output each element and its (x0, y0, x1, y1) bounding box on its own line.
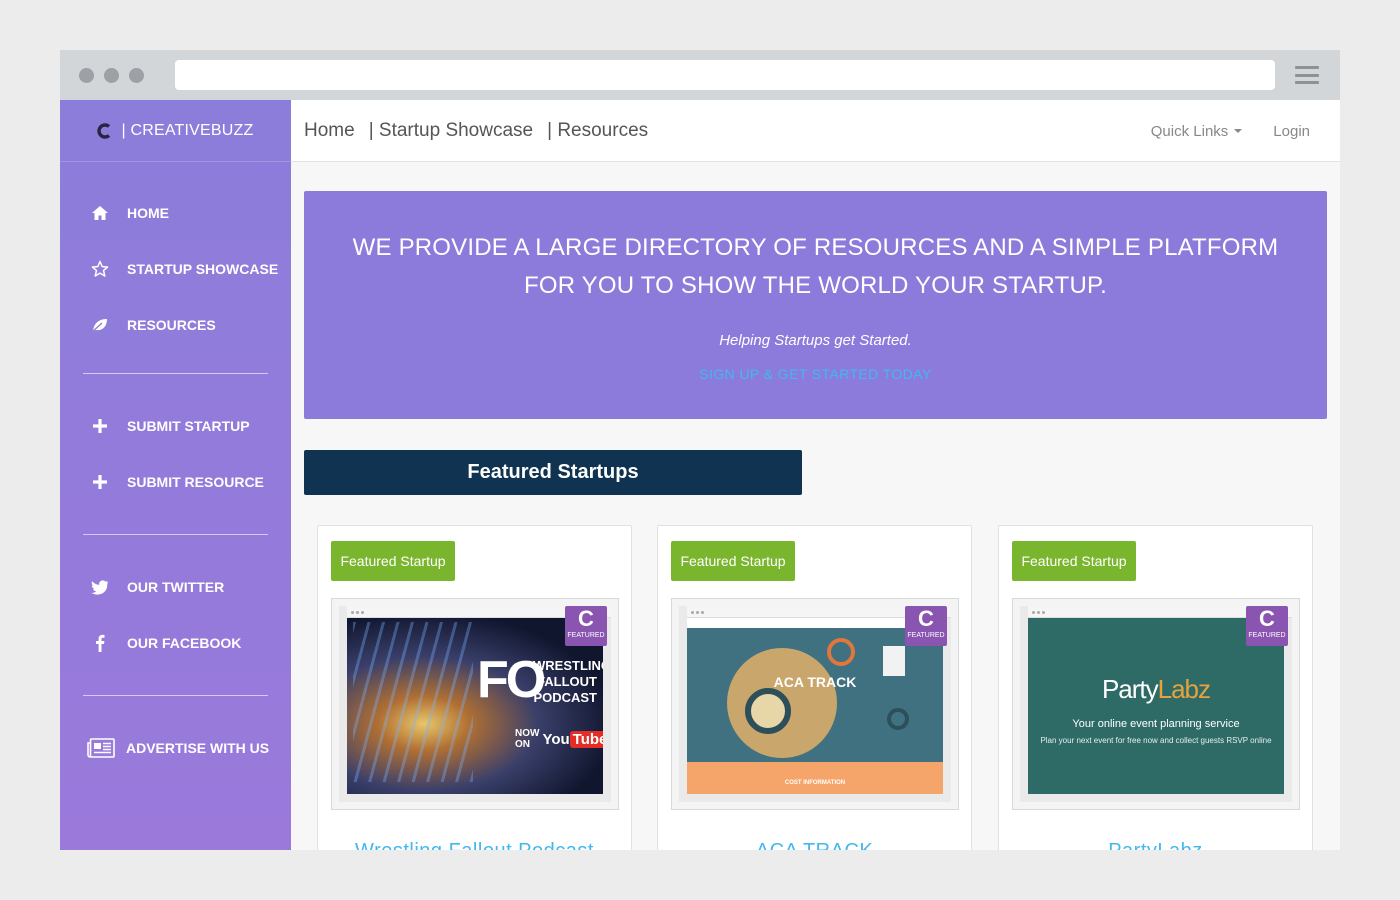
startup-card[interactable]: Featured Startup PartyLabz Your online e… (998, 525, 1313, 850)
sidebar-item-resources[interactable]: RESOURCES (60, 297, 291, 353)
quick-links-label: Quick Links (1150, 122, 1229, 140)
address-bar[interactable] (175, 60, 1275, 90)
caret-down-icon (1234, 129, 1243, 133)
startup-title-link[interactable]: Wrestling Fallout Podcast (318, 840, 631, 850)
ribbon-logo: C (1259, 606, 1275, 631)
leaf-icon (90, 315, 110, 335)
featured-ribbon: C FEATURED (1246, 606, 1288, 646)
featured-startups-heading: Featured Startups (304, 450, 802, 495)
ribbon-logo: C (918, 606, 934, 631)
ribbon-text: FEATURED (1248, 632, 1286, 639)
featured-startup-badge[interactable]: Featured Startup (1012, 541, 1136, 581)
window-dot[interactable] (104, 68, 119, 83)
star-icon (90, 259, 110, 279)
ribbon-text: FEATURED (567, 632, 605, 639)
sidebar-item-twitter[interactable]: OUR TWITTER (60, 559, 291, 615)
signup-cta-link[interactable]: SIGN UP & GET STARTED TODAY (304, 366, 1327, 382)
shot-youtube-tube: Tube (569, 730, 603, 748)
shot-youtube-you: You (542, 730, 570, 748)
featured-heading-text: Featured Startups (467, 461, 639, 483)
sidebar-item-label: SUBMIT STARTUP (127, 418, 250, 434)
shot-footer: COST INFORMATION (784, 780, 846, 786)
shot-line: PODCAST (533, 690, 597, 705)
logo-icon (97, 122, 111, 139)
ribbon-logo: C (578, 606, 594, 631)
nav-link-startup-showcase[interactable]: | Startup Showcase (369, 120, 533, 142)
hero-banner: WE PROVIDE A LARGE DIRECTORY OF RESOURCE… (304, 191, 1327, 419)
sidebar-item-label: ADVERTISE WITH US (126, 740, 270, 756)
featured-startup-badge[interactable]: Featured Startup (671, 541, 795, 581)
hero-subtitle: Helping Startups get Started. (719, 332, 912, 349)
sidebar-item-label: OUR FACEBOOK (127, 635, 242, 651)
shot-line: FALLOUT (537, 674, 597, 689)
featured-ribbon: C FEATURED (905, 606, 947, 646)
startup-thumbnail[interactable]: FO WRESTLING FALLOUT PODCAST NOW ON You … (331, 598, 619, 810)
home-icon (90, 203, 110, 223)
shot-line: WRESTLING (533, 658, 603, 673)
startup-title-link[interactable]: PartyLabz (999, 840, 1312, 850)
sidebar-item-label: HOME (127, 205, 169, 221)
featured-ribbon: C FEATURED (565, 606, 607, 646)
plus-icon (90, 416, 110, 436)
sidebar-item-submit-startup[interactable]: SUBMIT STARTUP (60, 398, 291, 454)
ribbon-text: FEATURED (907, 632, 945, 639)
shot-small-text: Plan your next event for free now and co… (1040, 736, 1272, 745)
nav-link-home[interactable]: Home (304, 120, 355, 142)
featured-startup-badge[interactable]: Featured Startup (331, 541, 455, 581)
startup-thumbnail[interactable]: PartyLabz Your online event planning ser… (1012, 598, 1300, 810)
sidebar-item-startup-showcase[interactable]: STARTUP SHOWCASE (60, 241, 291, 297)
shot-tagline: Your online event planning service (1072, 718, 1240, 730)
newspaper-icon (87, 738, 115, 758)
shot-heading: ACA TRACK (773, 674, 857, 690)
shot-now-on: NOW ON (515, 728, 540, 750)
nav-primary: HOME STARTUP SHOWCASE RESOURCES (60, 185, 291, 353)
sidebar-item-facebook[interactable]: OUR FACEBOOK (60, 615, 291, 671)
twitter-icon (90, 577, 110, 597)
startup-card[interactable]: Featured Startup FO WRESTLING FALLOUT PO… (317, 525, 632, 850)
sidebar-item-advertise[interactable]: ADVERTISE WITH US (60, 720, 291, 776)
nav-social: OUR TWITTER OUR FACEBOOK (60, 559, 291, 671)
login-link[interactable]: Login (1273, 123, 1310, 140)
nav-link-resources[interactable]: | Resources (547, 120, 648, 142)
browser-chrome (60, 50, 1340, 100)
top-navbar: Home | Startup Showcase | Resources Quic… (291, 100, 1340, 162)
menu-icon[interactable] (1295, 66, 1319, 84)
sidebar: | CREATIVEBUZZ HOME STARTUP SHOWCASE RES… (60, 100, 291, 850)
startup-card[interactable]: Featured Startup ACA TRACK COST INFORMAT… (657, 525, 972, 850)
facebook-icon (90, 633, 110, 653)
startup-thumbnail[interactable]: ACA TRACK COST INFORMATION C FEATURED (671, 598, 959, 810)
nav-submit: SUBMIT STARTUP SUBMIT RESOURCE (60, 398, 291, 510)
sidebar-item-submit-resource[interactable]: SUBMIT RESOURCE (60, 454, 291, 510)
top-nav-right: Quick Links Login (1151, 100, 1310, 162)
sidebar-item-home[interactable]: HOME (60, 185, 291, 241)
partylabz-logo: PartyLabz (1101, 674, 1211, 704)
hero-title: WE PROVIDE A LARGE DIRECTORY OF RESOURCE… (352, 234, 1279, 299)
brand[interactable]: | CREATIVEBUZZ (60, 100, 291, 162)
plus-icon (90, 472, 110, 492)
quick-links-dropdown[interactable]: Quick Links (1151, 123, 1243, 140)
sidebar-item-label: SUBMIT RESOURCE (127, 474, 264, 490)
sidebar-item-label: STARTUP SHOWCASE (127, 261, 279, 277)
top-nav-links: Home | Startup Showcase | Resources (304, 120, 662, 142)
sidebar-item-label: RESOURCES (127, 317, 216, 333)
window-dot[interactable] (79, 68, 94, 83)
browser-window: | CREATIVEBUZZ HOME STARTUP SHOWCASE RES… (60, 50, 1340, 850)
window-dot[interactable] (129, 68, 144, 83)
startup-title-link[interactable]: ACA TRACK (658, 840, 971, 850)
sidebar-item-label: OUR TWITTER (127, 579, 225, 595)
brand-name: | CREATIVEBUZZ (121, 121, 254, 139)
